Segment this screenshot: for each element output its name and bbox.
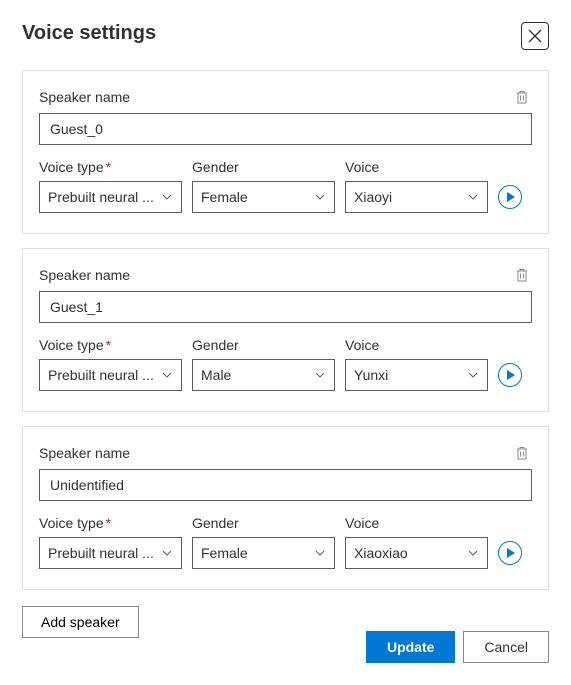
speaker-card: Speaker name Voice type* Prebuilt neural… [22, 248, 549, 412]
voice-dropdown[interactable]: Yunxi [345, 359, 488, 391]
dialog-title: Voice settings [22, 22, 156, 45]
chevron-down-icon [314, 369, 326, 381]
gender-label: Gender [192, 159, 335, 175]
chevron-down-icon [467, 191, 479, 203]
play-icon [506, 548, 516, 558]
play-icon [506, 192, 516, 202]
gender-dropdown[interactable]: Female [192, 181, 335, 213]
voice-label: Voice [345, 515, 488, 531]
gender-dropdown[interactable]: Female [192, 537, 335, 569]
gender-label: Gender [192, 337, 335, 353]
voice-type-dropdown[interactable]: Prebuilt neural ... [39, 359, 182, 391]
chevron-down-icon [314, 191, 326, 203]
play-preview-button[interactable] [498, 363, 522, 387]
speaker-name-input[interactable] [39, 113, 532, 145]
speaker-card: Speaker name Voice type* Prebuilt neural… [22, 426, 549, 590]
play-icon [506, 370, 516, 380]
voice-label: Voice [345, 337, 488, 353]
speaker-name-label: Speaker name [39, 445, 130, 461]
required-indicator: * [106, 515, 111, 531]
speaker-name-input[interactable] [39, 291, 532, 323]
chevron-down-icon [161, 191, 173, 203]
delete-speaker-button[interactable] [512, 265, 532, 285]
delete-icon [514, 267, 530, 283]
required-indicator: * [106, 159, 111, 175]
chevron-down-icon [467, 547, 479, 559]
required-indicator: * [106, 337, 111, 353]
speaker-name-label: Speaker name [39, 89, 130, 105]
speaker-name-input[interactable] [39, 469, 532, 501]
delete-icon [514, 445, 530, 461]
voice-type-label: Voice type* [39, 337, 182, 353]
delete-speaker-button[interactable] [512, 87, 532, 107]
voice-type-label: Voice type* [39, 515, 182, 531]
close-icon [528, 29, 542, 43]
update-button[interactable]: Update [366, 631, 455, 663]
voice-type-dropdown[interactable]: Prebuilt neural ... [39, 537, 182, 569]
voice-label: Voice [345, 159, 488, 175]
speaker-name-label: Speaker name [39, 267, 130, 283]
voice-type-label: Voice type* [39, 159, 182, 175]
voice-dropdown[interactable]: Xiaoxiao [345, 537, 488, 569]
play-preview-button[interactable] [498, 541, 522, 565]
cancel-button[interactable]: Cancel [463, 631, 549, 663]
chevron-down-icon [314, 547, 326, 559]
chevron-down-icon [161, 547, 173, 559]
voice-dropdown[interactable]: Xiaoyi [345, 181, 488, 213]
chevron-down-icon [161, 369, 173, 381]
voice-type-dropdown[interactable]: Prebuilt neural ... [39, 181, 182, 213]
play-preview-button[interactable] [498, 185, 522, 209]
delete-icon [514, 89, 530, 105]
close-button[interactable] [521, 22, 549, 50]
gender-dropdown[interactable]: Male [192, 359, 335, 391]
gender-label: Gender [192, 515, 335, 531]
add-speaker-button[interactable]: Add speaker [22, 606, 139, 638]
chevron-down-icon [467, 369, 479, 381]
speaker-card: Speaker name Voice type* Prebuilt neural… [22, 70, 549, 234]
delete-speaker-button[interactable] [512, 443, 532, 463]
